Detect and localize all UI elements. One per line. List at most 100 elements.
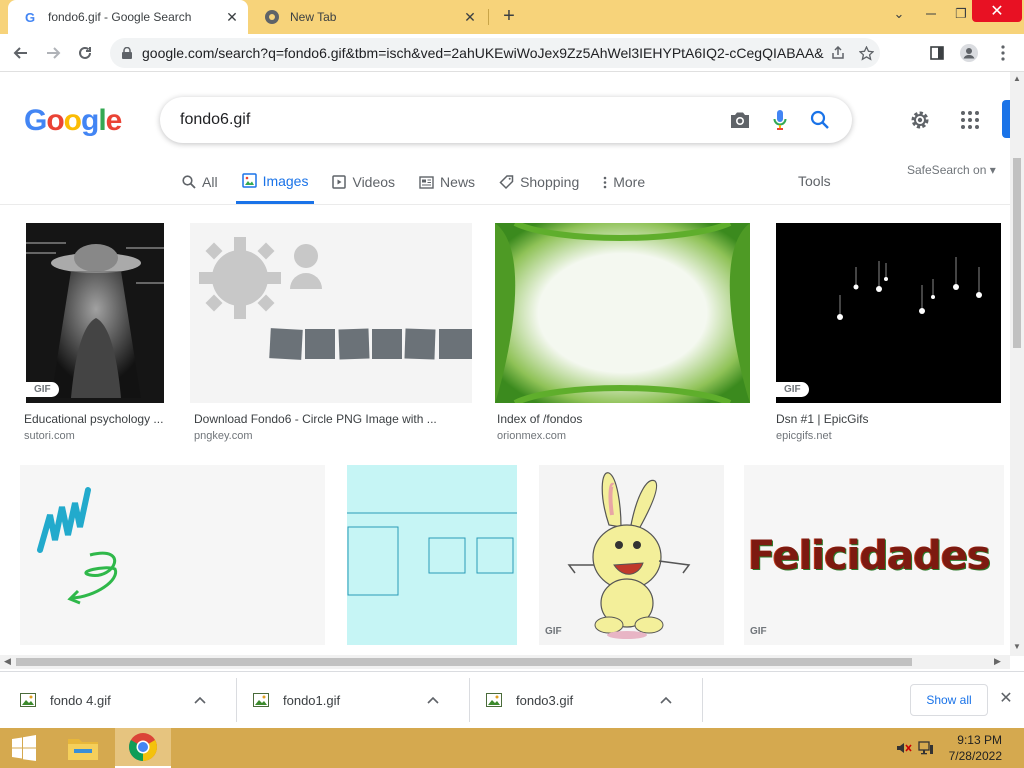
clock-date: 7/28/2022 <box>948 749 1002 763</box>
close-window-button[interactable]: ✕ <box>972 0 1022 22</box>
tools-button[interactable]: Tools <box>798 173 831 189</box>
file-explorer-icon[interactable] <box>58 728 108 768</box>
taskbar-clock[interactable]: 9:13 PM 7/28/2022 <box>940 732 1002 764</box>
camera-search-icon[interactable] <box>720 100 760 140</box>
clock-time: 9:13 PM <box>957 733 1002 747</box>
minimize-button[interactable] <box>916 0 946 28</box>
browser-title-bar: G fondo6.gif - Google Search ✕ New Tab ✕… <box>0 0 1024 34</box>
result-title[interactable]: Index of /fondos <box>497 412 747 426</box>
result-thumbnail[interactable]: Felicidades GIF <box>744 465 1004 645</box>
tab-label: Videos <box>352 174 396 190</box>
scroll-up-icon[interactable]: ▲ <box>1013 74 1021 83</box>
download-item[interactable]: fondo3.gif <box>466 678 676 722</box>
gif-badge: GIF <box>776 382 809 397</box>
tab-title: fondo6.gif - Google Search <box>48 10 192 24</box>
browser-toolbar: google.com/search?q=fondo6.gif&tbm=isch&… <box>0 34 1024 72</box>
image-file-icon <box>253 693 269 707</box>
address-bar[interactable]: google.com/search?q=fondo6.gif&tbm=isch&… <box>110 38 880 68</box>
google-logo[interactable]: Google <box>24 104 123 138</box>
safesearch-dropdown[interactable]: SafeSearch on ▾ <box>907 163 996 177</box>
close-downloads-icon[interactable]: ✕ <box>996 688 1016 712</box>
tab-google-search[interactable]: G fondo6.gif - Google Search ✕ <box>8 0 248 34</box>
downloads-bar: fondo 4.gif fondo1.gif fondo3.gif Show a… <box>0 671 1024 729</box>
download-item[interactable]: fondo 4.gif <box>0 678 210 722</box>
tab-videos[interactable]: Videos <box>326 160 401 204</box>
scroll-down-icon[interactable]: ▼ <box>1013 642 1021 651</box>
result-thumbnail[interactable] <box>495 223 750 403</box>
show-all-downloads-button[interactable]: Show all <box>910 684 988 716</box>
result-thumbnail[interactable] <box>20 465 325 645</box>
side-panel-icon[interactable] <box>924 40 950 66</box>
chevron-up-icon[interactable] <box>423 693 443 707</box>
tag-icon <box>499 174 514 190</box>
url-text[interactable]: google.com/search?q=fondo6.gif&tbm=isch&… <box>142 45 824 61</box>
chevron-up-icon[interactable] <box>656 693 676 707</box>
microphone-icon[interactable] <box>760 100 800 140</box>
tab-close-icon[interactable]: ✕ <box>222 7 242 27</box>
chevron-up-icon[interactable] <box>190 693 210 707</box>
result-thumbnail[interactable]: GIF <box>26 223 164 403</box>
download-filename: fondo1.gif <box>283 692 341 708</box>
tab-shopping[interactable]: Shopping <box>493 160 585 204</box>
scroll-left-icon[interactable]: ◀ <box>4 656 11 667</box>
back-button[interactable] <box>8 40 34 66</box>
forward-button[interactable] <box>40 40 66 66</box>
result-thumbnail[interactable]: GIF <box>539 465 724 645</box>
result-title[interactable]: Educational psychology ... <box>24 412 170 426</box>
tab-all[interactable]: All <box>176 160 224 204</box>
tab-label: News <box>440 174 476 190</box>
horizontal-scrollbar[interactable]: ◀ ▶ <box>0 655 1010 669</box>
result-source[interactable]: pngkey.com <box>194 430 253 442</box>
result-source[interactable]: sutori.com <box>24 430 75 442</box>
tab-news[interactable]: News <box>413 160 481 204</box>
scrollbar-thumb[interactable] <box>16 658 912 666</box>
result-thumbnail[interactable] <box>347 465 517 645</box>
google-apps-grid-icon[interactable] <box>956 106 984 134</box>
tab-label: Shopping <box>520 174 580 190</box>
search-icon[interactable] <box>800 100 840 140</box>
scroll-right-icon[interactable]: ▶ <box>994 656 1001 667</box>
search-input[interactable] <box>160 111 720 129</box>
tab-separator <box>488 9 489 25</box>
share-icon[interactable] <box>824 46 852 60</box>
result-source[interactable]: epicgifs.net <box>776 430 832 442</box>
result-thumbnail[interactable] <box>190 223 472 403</box>
settings-gear-icon[interactable] <box>906 106 934 134</box>
tab-images[interactable]: Images <box>235 160 315 204</box>
scrollbar-thumb[interactable] <box>1013 158 1021 348</box>
new-tab-button[interactable]: + <box>498 6 520 28</box>
felicidades-text: Felicidades <box>748 533 991 579</box>
logo-letter: l <box>98 104 106 137</box>
search-icon <box>182 175 196 189</box>
windows-start-button[interactable] <box>0 728 48 768</box>
download-filename: fondo3.gif <box>516 692 574 708</box>
logo-letter: G <box>24 104 47 137</box>
profile-avatar-icon[interactable] <box>956 40 982 66</box>
download-item[interactable]: fondo1.gif <box>233 678 443 722</box>
volume-muted-icon[interactable] <box>896 741 912 755</box>
tab-more[interactable]: More <box>597 160 651 204</box>
lock-icon[interactable] <box>120 47 134 59</box>
tab-new-tab[interactable]: New Tab ✕ <box>250 0 486 34</box>
system-tray <box>896 728 934 768</box>
logo-letter: e <box>105 104 123 137</box>
tab-search-icon[interactable]: ⌄ <box>884 0 914 28</box>
tab-title: New Tab <box>290 10 337 24</box>
result-title[interactable]: Download Fondo6 - Circle PNG Image with … <box>194 412 454 426</box>
image-file-icon <box>20 693 36 707</box>
bookmark-star-icon[interactable] <box>852 45 880 61</box>
network-icon[interactable] <box>918 741 934 755</box>
tab-close-icon[interactable]: ✕ <box>460 7 480 27</box>
video-icon <box>332 175 347 189</box>
result-title[interactable]: Dsn #1 | EpicGifs <box>776 412 1001 426</box>
result-source[interactable]: orionmex.com <box>497 430 566 442</box>
browser-menu-icon[interactable] <box>990 40 1016 66</box>
logo-letter: o <box>46 104 64 137</box>
reload-button[interactable] <box>72 40 98 66</box>
result-thumbnail[interactable]: GIF <box>776 223 1001 403</box>
news-icon <box>419 175 434 189</box>
vertical-scrollbar[interactable]: ▲ ▼ <box>1010 72 1024 656</box>
tab-label: All <box>202 174 218 190</box>
more-vert-icon <box>603 176 607 189</box>
chrome-taskbar-icon[interactable] <box>115 728 171 768</box>
